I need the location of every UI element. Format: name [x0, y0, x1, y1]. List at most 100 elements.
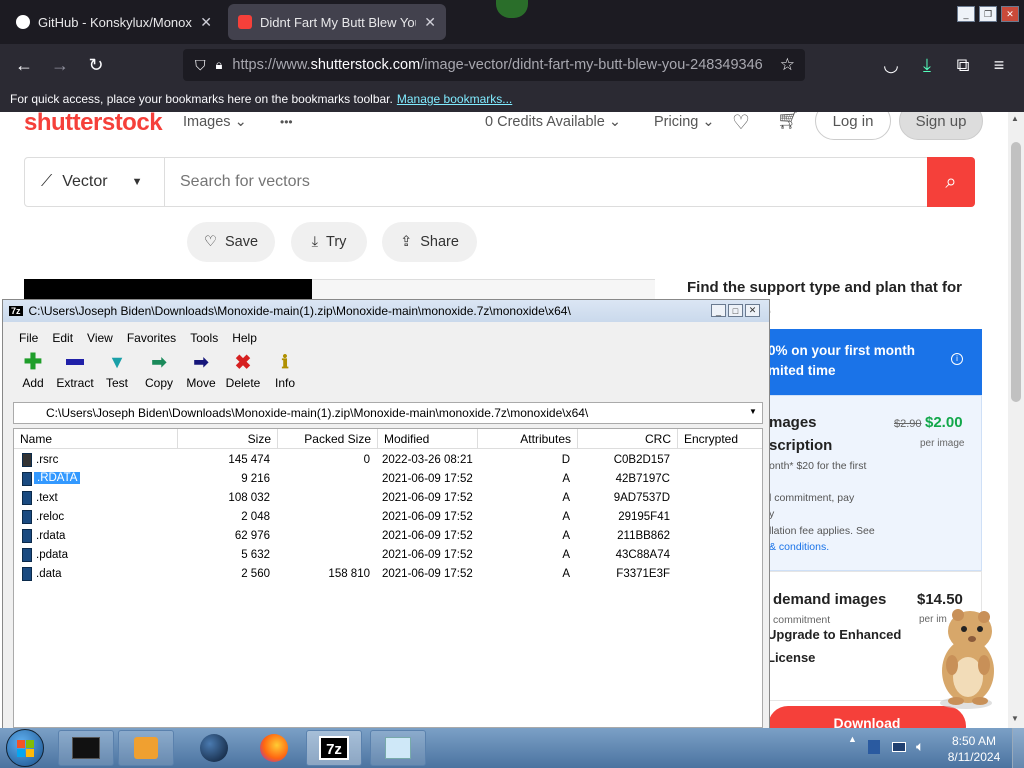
taskbar-7zip[interactable]: 7z — [306, 730, 362, 766]
extensions-icon[interactable]: ⧉ — [948, 50, 978, 80]
menu-help[interactable]: Help — [232, 331, 257, 345]
url-bar[interactable]: ⛉ 🔒︎ https://www.shutterstock.com/image-… — [183, 49, 805, 81]
manage-bookmarks-link[interactable]: Manage bookmarks... — [397, 92, 512, 106]
taskbar-globe[interactable] — [186, 730, 242, 766]
shutterstock-logo[interactable]: shutterstock — [24, 112, 163, 137]
notepad-icon — [385, 737, 411, 759]
alien-icon — [496, 0, 528, 18]
windows-logo-icon — [17, 740, 35, 758]
close-window-button[interactable]: ✕ — [1001, 6, 1019, 22]
scroll-thumb[interactable] — [1011, 142, 1021, 402]
bookmarks-bar: For quick access, place your bookmarks h… — [0, 86, 1024, 112]
close-icon[interactable]: ✕ — [200, 14, 212, 31]
search-input[interactable] — [166, 158, 926, 206]
hamster-pet[interactable] — [922, 605, 1008, 713]
tray-monitor-icon[interactable] — [892, 742, 906, 752]
reload-icon[interactable]: ↻ — [81, 50, 111, 80]
try-button[interactable]: ⤓ Try — [291, 222, 367, 262]
menu-icon[interactable]: ≡ — [984, 50, 1014, 80]
restore-button[interactable]: ❐ — [979, 6, 997, 22]
maximize-button[interactable]: □ — [728, 304, 743, 317]
page-scrollbar[interactable]: ▲ ▼ — [1008, 112, 1024, 728]
taskbar-media-player[interactable] — [118, 730, 174, 766]
col-packed-size[interactable]: Packed Size — [278, 429, 378, 449]
pocket-icon[interactable]: ◡ — [876, 50, 906, 80]
taskbar-notepad[interactable] — [370, 730, 426, 766]
pricing-dropdown[interactable]: Pricing ⌄ — [654, 114, 715, 130]
show-desktop-button[interactable] — [1012, 728, 1024, 768]
star-icon[interactable]: ☆ — [780, 55, 805, 75]
col-encrypted[interactable]: Encrypted — [678, 429, 762, 449]
back-icon[interactable]: ← — [9, 50, 39, 80]
col-modified[interactable]: Modified — [378, 429, 478, 449]
sub-terms-link[interactable]: & conditions. — [769, 541, 829, 553]
lock-icon[interactable]: 🔒︎ — [216, 57, 223, 73]
7zip-address-bar[interactable]: C:\Users\Joseph Biden\Downloads\Monoxide… — [13, 402, 763, 424]
download-icon[interactable]: ⤓ — [912, 50, 942, 80]
menu-view[interactable]: View — [87, 331, 113, 345]
copy-button[interactable]: ➡ Copy — [137, 352, 181, 394]
share-button[interactable]: ⇪ Share — [382, 222, 477, 262]
col-attributes[interactable]: Attributes — [478, 429, 578, 449]
scroll-up-icon[interactable]: ▲ — [1011, 114, 1019, 123]
7zip-titlebar[interactable]: 7z C:\Users\Joseph Biden\Downloads\Monox… — [3, 300, 769, 322]
file-icon — [22, 510, 32, 524]
col-name[interactable]: Name — [14, 429, 178, 449]
file-size: 9 216 — [241, 473, 270, 485]
file-row[interactable]: .data 2 560 158 810 2021-06-09 17:52 A F… — [14, 565, 762, 584]
tab-shutterstock[interactable]: Didnt Fart My Butt Blew You Sto ✕ — [228, 4, 446, 40]
extract-button[interactable]: Extract — [53, 352, 97, 394]
tray-shield-icon[interactable] — [868, 740, 880, 754]
file-name: .data — [36, 568, 62, 580]
minimize-button[interactable]: _ — [711, 304, 726, 317]
file-row[interactable]: .text 108 032 2021-06-09 17:52 A 9AD7537… — [14, 489, 762, 508]
file-row[interactable]: .RDATA 9 216 2021-06-09 17:52 A 42B7197C — [14, 470, 762, 489]
add-button[interactable]: ✚ Add — [11, 349, 55, 394]
copy-label: Copy — [144, 376, 173, 390]
close-icon[interactable]: ✕ — [424, 14, 436, 31]
menu-favorites[interactable]: Favorites — [127, 331, 176, 345]
nav-images[interactable]: Images ⌄ — [183, 114, 247, 130]
signup-button[interactable]: Sign up — [899, 112, 983, 140]
minimize-button[interactable]: _ — [957, 6, 975, 22]
col-size[interactable]: Size — [178, 429, 278, 449]
pricing-label: Pricing — [654, 114, 699, 130]
cart-icon[interactable]: 🛒︎ — [777, 112, 800, 131]
heart-icon[interactable]: ♡ — [732, 112, 750, 135]
shield-icon[interactable]: ⛉ — [195, 57, 206, 74]
file-row[interactable]: .pdata 5 632 2021-06-09 17:52 A 43C88A74 — [14, 546, 762, 565]
move-button[interactable]: ➡ Move — [179, 352, 223, 394]
taskbar-console[interactable] — [58, 730, 114, 766]
subscription-card[interactable]: mages scription $2.90 $2.00 per image on… — [768, 395, 982, 571]
login-button[interactable]: Log in — [815, 112, 891, 140]
info-button[interactable]: ℹ Info — [263, 352, 307, 394]
search-type-select[interactable]: ⟋ Vector ▼ — [25, 158, 165, 206]
file-row[interactable]: .rdata 62 976 2021-06-09 17:52 A 211BB86… — [14, 527, 762, 546]
start-button[interactable] — [6, 729, 44, 767]
save-button[interactable]: ♡ Save — [187, 222, 275, 262]
file-icon — [22, 548, 32, 562]
test-button[interactable]: ▼ Test — [95, 352, 139, 394]
file-row[interactable]: .reloc 2 048 2021-06-09 17:52 A 29195F41 — [14, 508, 762, 527]
menu-edit[interactable]: Edit — [52, 331, 73, 345]
taskbar-firefox[interactable] — [246, 730, 302, 766]
tray-volume-icon[interactable]: 🔈︎ — [916, 738, 924, 755]
tab-github[interactable]: GitHub - Konskylux/Monoxide ✕ — [6, 4, 222, 40]
credits-dropdown[interactable]: 0 Credits Available ⌄ — [485, 114, 621, 130]
sub-note: onth* $20 for the first — [769, 460, 867, 472]
close-window-button[interactable]: ✕ — [745, 304, 760, 317]
info-icon[interactable]: i — [951, 353, 963, 365]
menu-file[interactable]: File — [19, 331, 38, 345]
menu-tools[interactable]: Tools — [190, 331, 218, 345]
file-row[interactable]: .rsrc 145 474 0 2022-03-26 08:21 D C0B2D… — [14, 451, 762, 470]
more-icon[interactable]: ••• — [280, 115, 293, 129]
tray-clock[interactable]: 8:50 AM 8/11/2024 — [945, 733, 1003, 765]
promo-line2: mited time — [768, 363, 836, 378]
search-button[interactable]: ⌕ — [927, 157, 975, 207]
tray-expand-icon[interactable]: ▲ — [848, 734, 857, 744]
scroll-down-icon[interactable]: ▼ — [1011, 714, 1019, 723]
delete-button[interactable]: ✖ Delete — [221, 352, 265, 394]
chevron-down-icon[interactable]: ▼ — [749, 407, 757, 416]
col-crc[interactable]: CRC — [578, 429, 678, 449]
forward-icon[interactable]: → — [45, 50, 75, 80]
